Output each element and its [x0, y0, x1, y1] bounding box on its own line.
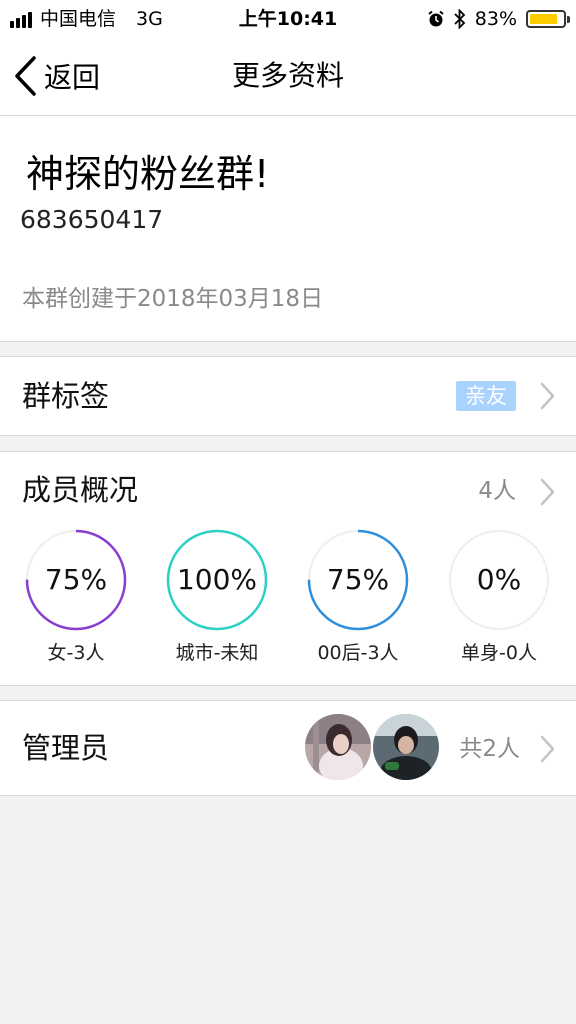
group-created-date: 本群创建于2018年03月18日	[22, 286, 324, 312]
ring-label: 单身-0人	[461, 642, 537, 664]
bluetooth-icon	[454, 9, 466, 29]
status-right: 83%	[427, 7, 570, 31]
battery-percent: 83%	[474, 8, 517, 30]
stat-ring-age: 75% 00后-3人	[306, 528, 410, 664]
ring-percent: 75%	[326, 563, 390, 596]
member-overview-label: 成员概况	[22, 473, 139, 507]
alarm-icon	[428, 10, 444, 27]
chevron-right-icon	[540, 735, 556, 763]
battery-icon	[526, 10, 570, 28]
ring-percent: 0%	[476, 563, 522, 596]
status-bar: 中国电信 3G 上午10:41 83%	[0, 0, 576, 40]
stat-ring-city: 100% 城市-未知	[165, 528, 269, 664]
tag-badge: 亲友	[456, 381, 516, 411]
page-title: 更多资料	[231, 59, 344, 92]
admin-avatar[interactable]	[305, 714, 371, 780]
member-overview-header[interactable]: 成员概况 4人	[0, 452, 576, 532]
ring-percent: 100%	[176, 563, 258, 596]
avatar-image	[373, 714, 439, 780]
admins-label: 管理员	[22, 731, 110, 765]
stat-ring-gender: 75% 女-3人	[24, 528, 128, 664]
battery-fill	[530, 14, 557, 24]
avatar-image	[305, 714, 371, 780]
ring-percent: 75%	[44, 563, 108, 596]
member-count: 4人	[478, 478, 516, 504]
group-id: 683650417	[20, 205, 164, 234]
ring-label: 00后-3人	[317, 642, 399, 664]
group-tags-row[interactable]: 群标签 亲友	[0, 356, 576, 436]
chevron-right-icon	[540, 382, 556, 410]
admin-avatar[interactable]	[373, 714, 439, 780]
ring-label: 城市-未知	[175, 642, 259, 664]
chevron-right-icon	[540, 478, 556, 506]
stat-ring-single: 0% 单身-0人	[447, 528, 551, 664]
admins-count: 共2人	[459, 736, 520, 762]
group-name: 神探的粉丝群!	[26, 152, 270, 196]
navigation-bar: 返回 更多资料	[0, 40, 576, 116]
group-tags-label: 群标签	[22, 379, 110, 413]
member-stats: 75% 女-3人 100% 城市-未知 75% 00后-3人 0% 单身-0人	[0, 528, 576, 668]
admins-row[interactable]: 管理员 共2人	[0, 700, 576, 796]
group-info-card: 神探的粉丝群! 683650417 本群创建于2018年03月18日	[0, 116, 576, 342]
